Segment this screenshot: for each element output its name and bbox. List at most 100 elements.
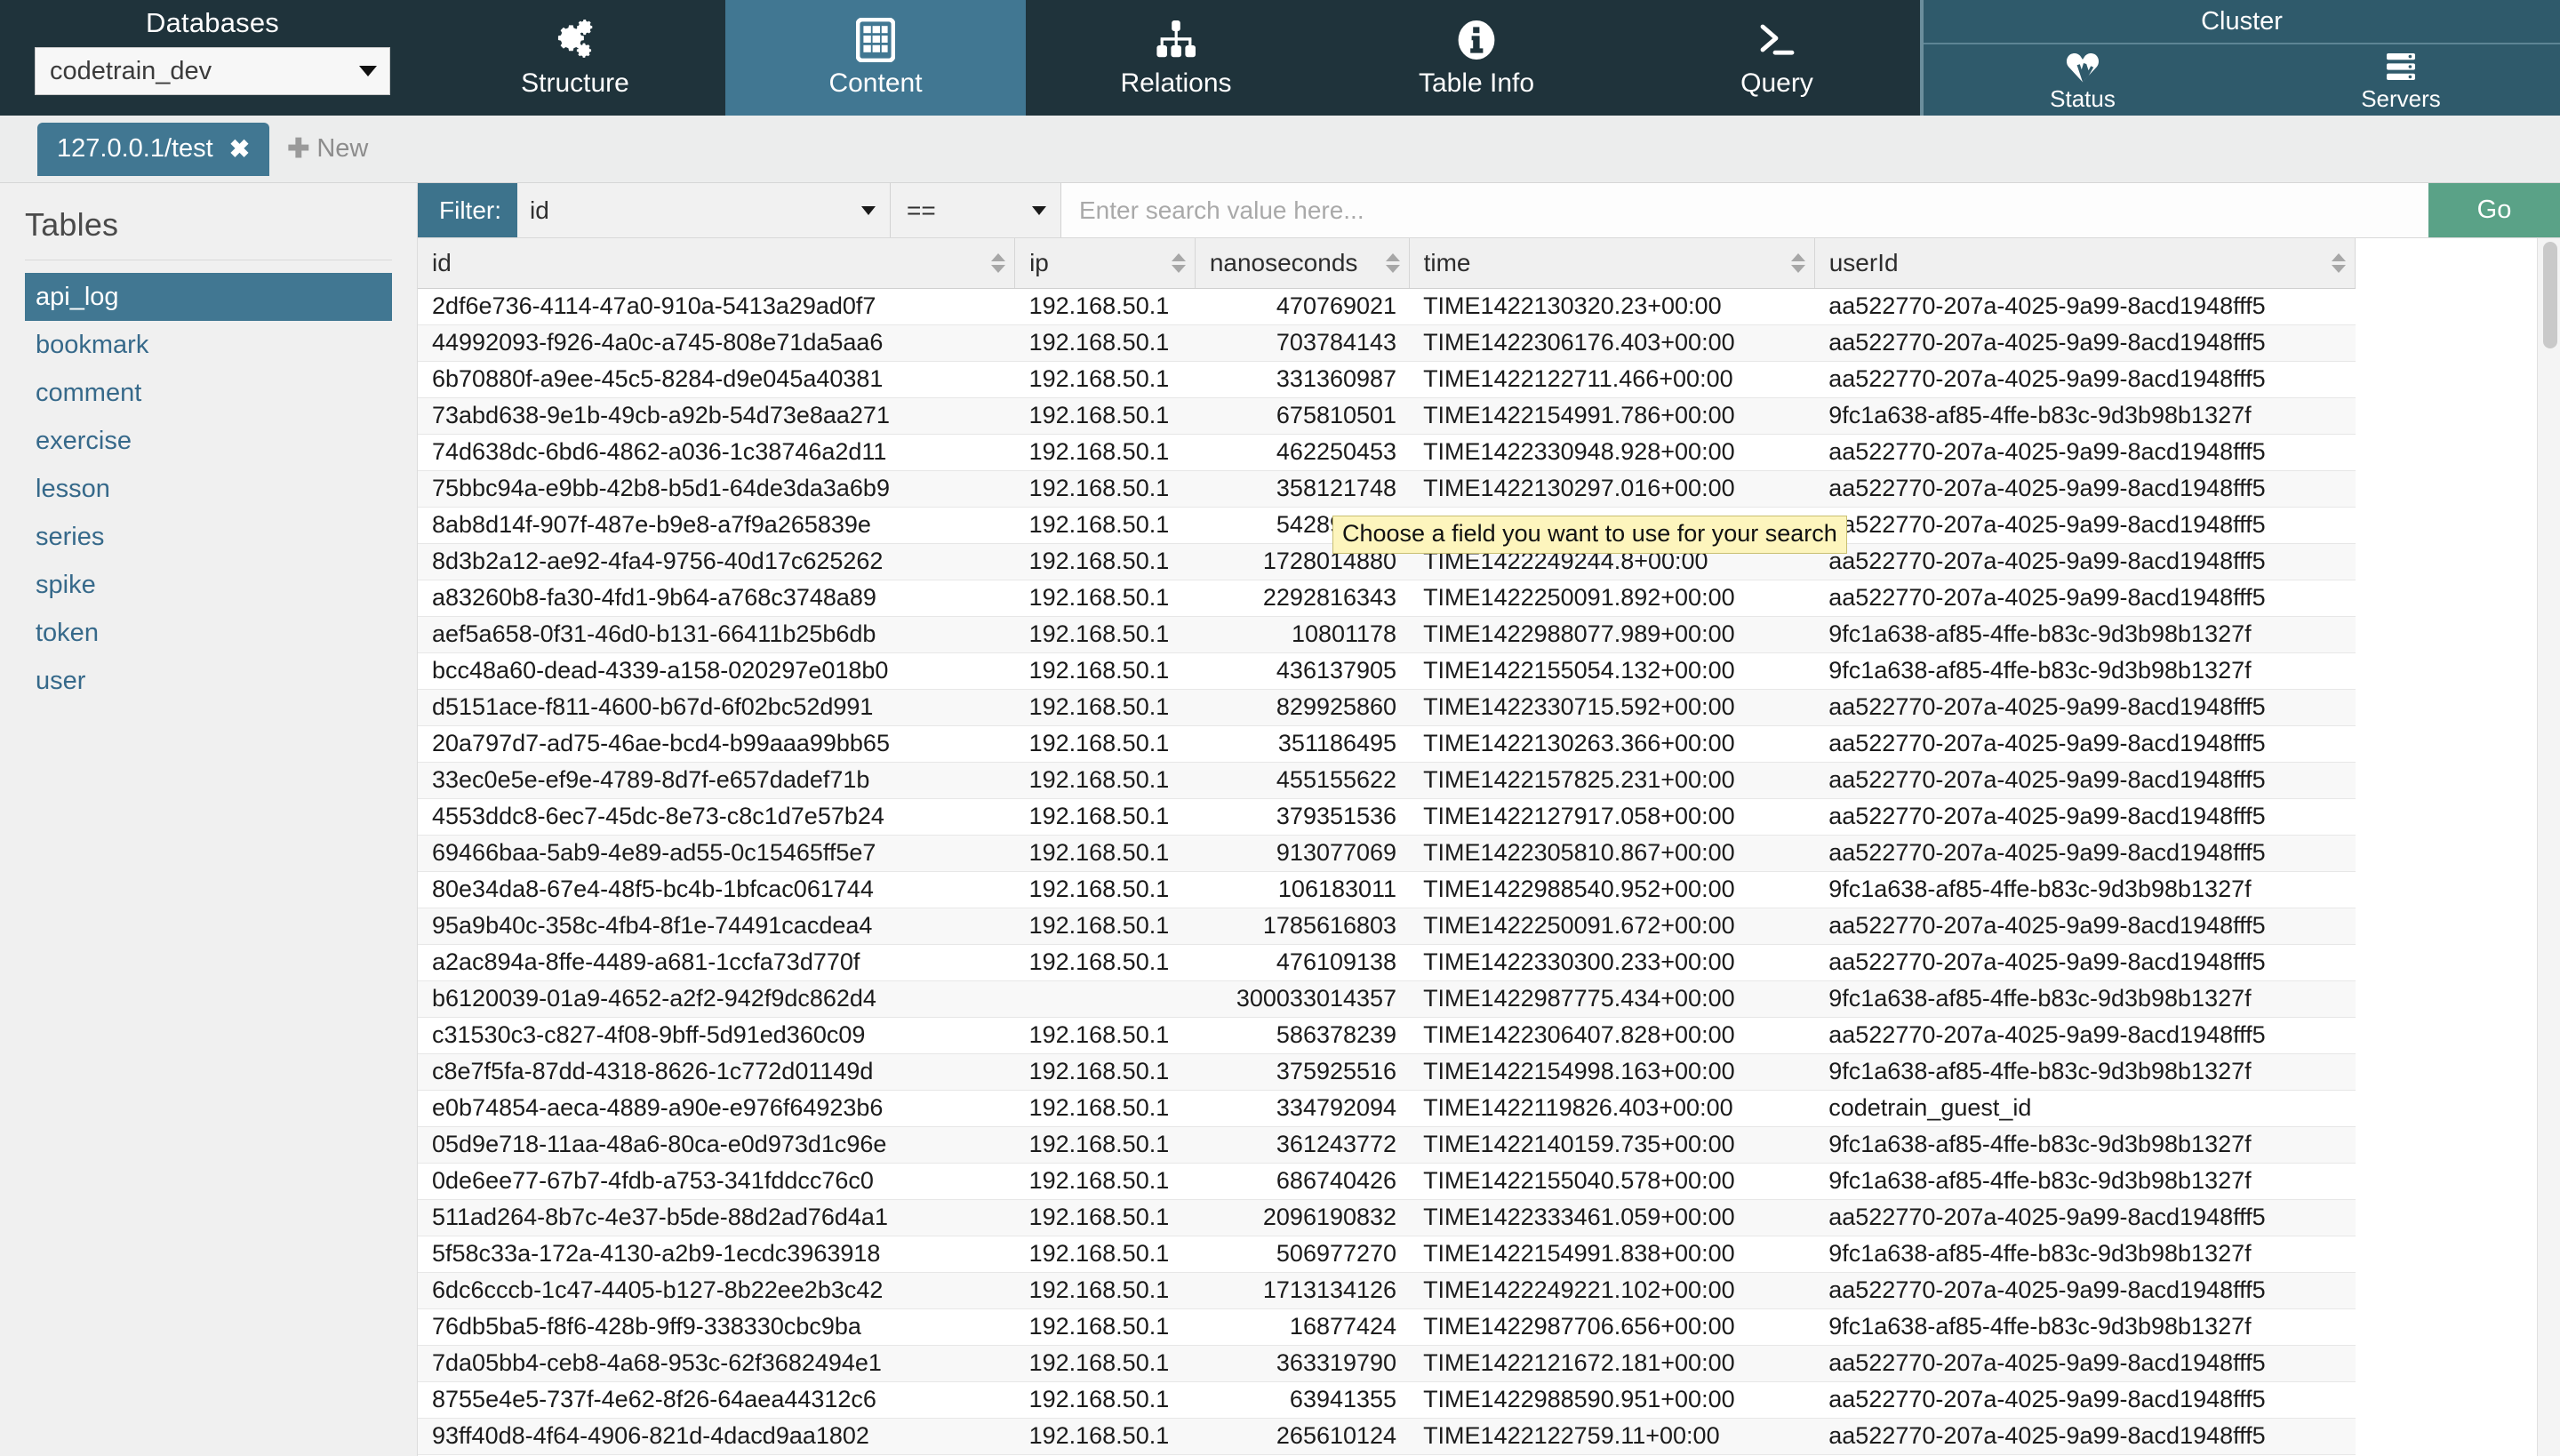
table-cell-nanoseconds[interactable]: 361243772 [1195,1126,1409,1163]
table-cell-userId[interactable]: aa522770-207a-4025-9a99-8acd1948fff5 [1814,507,2355,543]
table-cell-nanoseconds[interactable]: 462250453 [1195,434,1409,470]
table-cell-id[interactable]: 69466baa-5ab9-4e89-ad55-0c15465ff5e7 [418,835,1015,871]
table-cell-ip[interactable]: 192.168.50.1 [1015,1236,1196,1272]
table-cell-id[interactable]: 73abd638-9e1b-49cb-a92b-54d73e8aa271 [418,397,1015,434]
sidebar-item-comment[interactable]: comment [25,369,392,417]
table-row[interactable]: 69466baa-5ab9-4e89-ad55-0c15465ff5e7192.… [418,835,2356,871]
table-cell-time[interactable]: TIME1422154991.838+00:00 [1409,1236,1814,1272]
table-cell-time[interactable]: TIME1422987775.434+00:00 [1409,980,1814,1017]
table-cell-userId[interactable]: aa522770-207a-4025-9a99-8acd1948fff5 [1814,324,2355,361]
table-cell-ip[interactable]: 192.168.50.1 [1015,944,1196,980]
table-cell-time[interactable]: TIME1422122759.11+00:00 [1409,1418,1814,1454]
table-row[interactable]: 95a9b40c-358c-4fb4-8f1e-74491cacdea4192.… [418,908,2356,944]
table-cell-time[interactable]: TIME1422154998.163+00:00 [1409,1053,1814,1090]
table-cell-time[interactable]: TIME1422988540.952+00:00 [1409,871,1814,908]
table-cell-nanoseconds[interactable]: 2096190832 [1195,1199,1409,1236]
tab-content[interactable]: Content [725,0,1026,116]
table-cell-nanoseconds[interactable]: 334792094 [1195,1090,1409,1126]
table-cell-ip[interactable]: 192.168.50.1 [1015,798,1196,835]
table-cell-id[interactable]: e0b74854-aeca-4889-a90e-e976f64923b6 [418,1090,1015,1126]
table-cell-id[interactable]: 05d9e718-11aa-48a6-80ca-e0d973d1c96e [418,1126,1015,1163]
table-cell-id[interactable]: 7da05bb4-ceb8-4a68-953c-62f3682494e1 [418,1345,1015,1381]
table-row[interactable]: 74d638dc-6bd6-4862-a036-1c38746a2d11192.… [418,434,2356,470]
table-cell-userId[interactable]: aa522770-207a-4025-9a99-8acd1948fff5 [1814,543,2355,580]
table-row[interactable]: a83260b8-fa30-4fd1-9b64-a768c3748a89192.… [418,580,2356,616]
table-row[interactable]: 73abd638-9e1b-49cb-a92b-54d73e8aa271192.… [418,397,2356,434]
table-row[interactable]: c8e7f5fa-87dd-4318-8626-1c772d01149d192.… [418,1053,2356,1090]
table-cell-time[interactable]: TIME1422130320.23+00:00 [1409,288,1814,324]
table-cell-id[interactable]: c31530c3-c827-4f08-9bff-5d91ed360c09 [418,1017,1015,1053]
table-row[interactable]: 511ad264-8b7c-4e37-b5de-88d2ad76d4a1192.… [418,1199,2356,1236]
table-row[interactable]: 6b70880f-a9ee-45c5-8284-d9e045a40381192.… [418,361,2356,397]
table-cell-ip[interactable]: 192.168.50.1 [1015,1345,1196,1381]
table-cell-id[interactable]: 75bbc94a-e9bb-42b8-b5d1-64de3da3a6b9 [418,470,1015,507]
table-cell-time[interactable]: TIME1422987706.656+00:00 [1409,1308,1814,1345]
table-cell-id[interactable]: 8d3b2a12-ae92-4fa4-9756-40d17c625262 [418,543,1015,580]
table-cell-id[interactable]: aef5a658-0f31-46d0-b131-66411b25b6db [418,616,1015,652]
vertical-scrollbar[interactable] [2537,238,2560,1456]
cluster-tab-status[interactable]: Status [1924,44,2242,116]
table-cell-time[interactable]: TIME1422140159.735+00:00 [1409,1126,1814,1163]
sidebar-item-lesson[interactable]: lesson [25,465,392,513]
table-cell-nanoseconds[interactable]: 1785616803 [1195,908,1409,944]
table-cell-ip[interactable]: 192.168.50.1 [1015,1126,1196,1163]
table-cell-ip[interactable]: 192.168.50.1 [1015,543,1196,580]
table-cell-time[interactable]: TIME1422988590.951+00:00 [1409,1381,1814,1418]
table-cell-nanoseconds[interactable]: 686740426 [1195,1163,1409,1199]
table-cell-userId[interactable]: aa522770-207a-4025-9a99-8acd1948fff5 [1814,1345,2355,1381]
table-cell-nanoseconds[interactable]: 703784143 [1195,324,1409,361]
table-row[interactable]: c31530c3-c827-4f08-9bff-5d91ed360c09192.… [418,1017,2356,1053]
sidebar-item-user[interactable]: user [25,657,392,705]
table-cell-time[interactable]: TIME1422119826.403+00:00 [1409,1090,1814,1126]
table-cell-nanoseconds[interactable]: 300033014357 [1195,980,1409,1017]
table-cell-userId[interactable]: aa522770-207a-4025-9a99-8acd1948fff5 [1814,835,2355,871]
sidebar-item-token[interactable]: token [25,609,392,657]
table-cell-userId[interactable]: 9fc1a638-af85-4ffe-b83c-9d3b98b1327f [1814,1053,2355,1090]
table-cell-ip[interactable]: 192.168.50.1 [1015,580,1196,616]
table-cell-id[interactable]: 2df6e736-4114-47a0-910a-5413a29ad0f7 [418,288,1015,324]
table-cell-nanoseconds[interactable]: 363319790 [1195,1345,1409,1381]
table-row[interactable]: 7da05bb4-ceb8-4a68-953c-62f3682494e1192.… [418,1345,2356,1381]
table-cell-time[interactable]: TIME1422122711.466+00:00 [1409,361,1814,397]
table-row[interactable]: 6dc6cccb-1c47-4405-b127-8b22ee2b3c42192.… [418,1272,2356,1308]
table-cell-ip[interactable]: 192.168.50.1 [1015,434,1196,470]
table-row[interactable]: 20a797d7-ad75-46ae-bcd4-b99aaa99bb65192.… [418,725,2356,762]
table-cell-nanoseconds[interactable]: 358121748 [1195,470,1409,507]
table-cell-ip[interactable]: 192.168.50.1 [1015,689,1196,725]
table-cell-userId[interactable]: aa522770-207a-4025-9a99-8acd1948fff5 [1814,1418,2355,1454]
table-cell-userId[interactable]: codetrain_guest_id [1814,1090,2355,1126]
table-cell-userId[interactable]: aa522770-207a-4025-9a99-8acd1948fff5 [1814,725,2355,762]
table-cell-ip[interactable]: 192.168.50.1 [1015,871,1196,908]
table-cell-userId[interactable]: 9fc1a638-af85-4ffe-b83c-9d3b98b1327f [1814,397,2355,434]
table-row[interactable]: 0de6ee77-67b7-4fdb-a753-341fddcc76c0192.… [418,1163,2356,1199]
table-cell-ip[interactable]: 192.168.50.1 [1015,616,1196,652]
column-header-userid[interactable]: userId [1814,238,2355,288]
table-cell-ip[interactable]: 192.168.50.1 [1015,470,1196,507]
table-cell-id[interactable]: 76db5ba5-f8f6-428b-9ff9-338330cbc9ba [418,1308,1015,1345]
table-cell-id[interactable]: 8ab8d14f-907f-487e-b9e8-a7f9a265839e [418,507,1015,543]
table-cell-time[interactable]: TIME1422250091.892+00:00 [1409,580,1814,616]
table-row[interactable]: 93ff40d8-4f64-4906-821d-4dacd9aa1802192.… [418,1418,2356,1454]
table-row[interactable]: 5f58c33a-172a-4130-a2b9-1ecdc3963918192.… [418,1236,2356,1272]
table-cell-time[interactable]: TIME1422155054.132+00:00 [1409,652,1814,689]
search-input[interactable] [1061,183,2428,237]
table-row[interactable]: 2df6e736-4114-47a0-910a-5413a29ad0f7192.… [418,288,2356,324]
table-cell-time[interactable]: TIME1422330300.233+00:00 [1409,944,1814,980]
tab-table-info[interactable]: Table Info [1326,0,1627,116]
table-cell-nanoseconds[interactable]: 506977270 [1195,1236,1409,1272]
table-cell-userId[interactable]: aa522770-207a-4025-9a99-8acd1948fff5 [1814,434,2355,470]
table-row[interactable]: a2ac894a-8ffe-4489-a681-1ccfa73d770f192.… [418,944,2356,980]
table-cell-ip[interactable] [1015,980,1196,1017]
tab-query[interactable]: Query [1627,0,1927,116]
table-row[interactable]: d5151ace-f811-4600-b67d-6f02bc52d991192.… [418,689,2356,725]
table-cell-id[interactable]: 8755e4e5-737f-4e62-8f26-64aea44312c6 [418,1381,1015,1418]
table-cell-time[interactable]: TIME1422155040.578+00:00 [1409,1163,1814,1199]
table-row[interactable]: 75bbc94a-e9bb-42b8-b5d1-64de3da3a6b9192.… [418,470,2356,507]
sidebar-item-spike[interactable]: spike [25,561,392,609]
table-cell-userId[interactable]: 9fc1a638-af85-4ffe-b83c-9d3b98b1327f [1814,1236,2355,1272]
table-row[interactable]: b6120039-01a9-4652-a2f2-942f9dc862d43000… [418,980,2356,1017]
cluster-tab-servers[interactable]: Servers [2242,44,2560,116]
table-cell-ip[interactable]: 192.168.50.1 [1015,1199,1196,1236]
table-cell-ip[interactable]: 192.168.50.1 [1015,1053,1196,1090]
table-cell-ip[interactable]: 192.168.50.1 [1015,1381,1196,1418]
